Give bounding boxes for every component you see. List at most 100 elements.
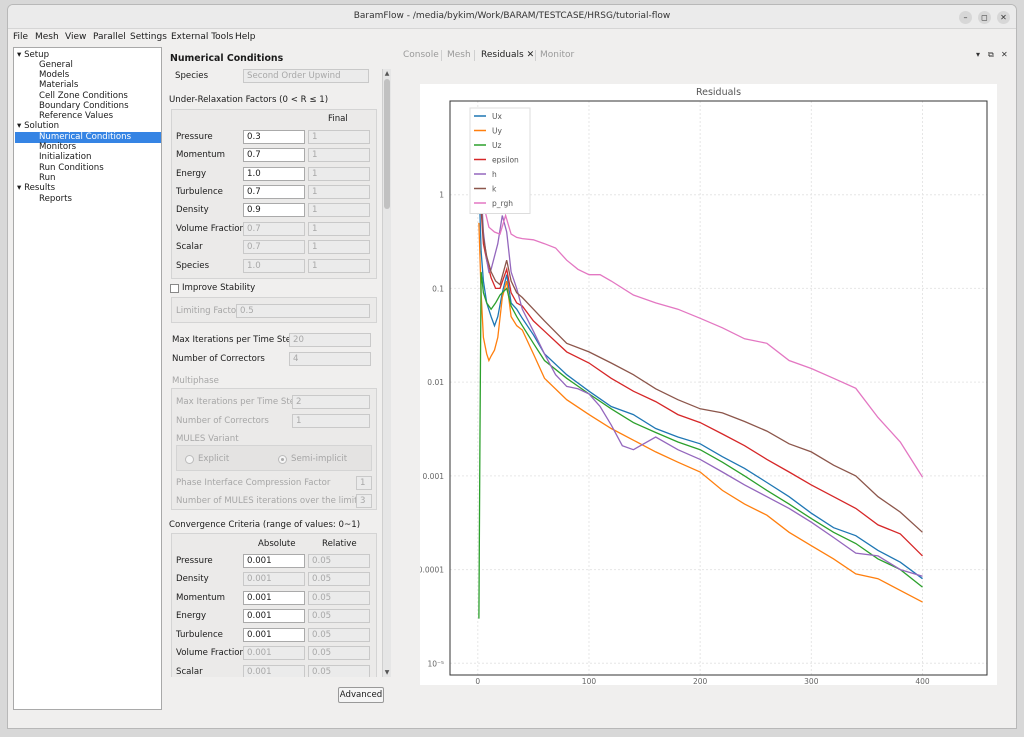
- mules-iterations-label: Number of MULES iterations over the limi…: [176, 496, 367, 506]
- close-window-button[interactable]: ✕: [997, 11, 1010, 24]
- max-iterations-input[interactable]: 20: [289, 333, 371, 347]
- conv-volume-fraction-relative[interactable]: 0.05: [308, 646, 370, 660]
- chevron-down-icon[interactable]: ▾: [17, 183, 21, 193]
- chevron-down-icon[interactable]: ▾: [17, 121, 21, 131]
- panel-scrollbar[interactable]: ▲ ▼: [382, 69, 391, 677]
- conv-scalar-absolute[interactable]: 0.001: [243, 665, 305, 677]
- relax-label: Scalar: [176, 242, 203, 252]
- conv-turbulence-relative[interactable]: 0.05: [308, 628, 370, 642]
- tab-residuals[interactable]: Residuals ✕: [481, 50, 534, 60]
- mp-correctors-input[interactable]: 1: [292, 414, 370, 428]
- float-icon[interactable]: ⧉: [988, 50, 994, 60]
- series-line-Uz: [478, 271, 923, 619]
- menu-file[interactable]: File: [13, 32, 28, 42]
- conv-momentum-relative[interactable]: 0.05: [308, 591, 370, 605]
- conv-density-absolute[interactable]: 0.001: [243, 572, 305, 586]
- maximize-button[interactable]: ◻: [978, 11, 991, 24]
- relax-energy-input[interactable]: 1.0: [243, 167, 305, 181]
- absolute-header: Absolute: [258, 539, 296, 549]
- residuals-plot[interactable]: Residuals 1 0.1 0.01 0.001 0.0001 10⁻⁵ 0 100 200 3…: [418, 84, 997, 686]
- relax-volume-fraction-final[interactable]: 1: [308, 222, 370, 236]
- conv-label: Density: [176, 574, 209, 584]
- menu-parallel[interactable]: Parallel: [93, 32, 126, 42]
- improve-stability-checkbox[interactable]: [170, 284, 179, 293]
- tree-item-numerical-conditions[interactable]: Numerical Conditions: [15, 132, 161, 143]
- relax-momentum-final[interactable]: 1: [308, 148, 370, 162]
- tree-item-results[interactable]: ▾ Results: [17, 183, 55, 194]
- conv-pressure-relative[interactable]: 0.05: [308, 554, 370, 568]
- y-tick-label: 0.01: [427, 378, 444, 387]
- final-header: Final: [328, 114, 348, 124]
- mules-iterations-input[interactable]: 3: [356, 494, 372, 508]
- relax-scalar-final[interactable]: 1: [308, 240, 370, 254]
- plot-frame: [449, 100, 988, 676]
- menu-external-tools[interactable]: External Tools: [171, 32, 233, 42]
- relax-density-final[interactable]: 1: [308, 203, 370, 217]
- legend-label: h: [492, 170, 497, 179]
- chevron-down-icon[interactable]: ▾: [17, 50, 21, 60]
- improve-stability-label: Improve Stability: [182, 283, 256, 293]
- tab-mesh[interactable]: Mesh: [447, 50, 471, 60]
- advanced-button[interactable]: Advanced: [338, 687, 384, 703]
- dock-menu-icon[interactable]: ▾: [976, 50, 980, 59]
- mp-max-iterations-input[interactable]: 2: [292, 395, 370, 409]
- conv-label: Energy: [176, 611, 207, 621]
- explicit-radio[interactable]: [185, 455, 194, 464]
- correctors-input[interactable]: 4: [289, 352, 371, 366]
- max-iterations-label: Max Iterations per Time Step: [172, 335, 297, 345]
- menu-mesh[interactable]: Mesh: [35, 32, 59, 42]
- conv-energy-absolute[interactable]: 0.001: [243, 609, 305, 623]
- menu-view[interactable]: View: [65, 32, 86, 42]
- conv-label: Momentum: [176, 593, 225, 603]
- menu-help[interactable]: Help: [235, 32, 256, 42]
- residuals-chart[interactable]: Residuals 1 0.1 0.01 0.001 0.0001 10⁻⁵ 0 100 200 3…: [418, 84, 997, 686]
- scroll-down-icon[interactable]: ▼: [383, 669, 391, 676]
- conv-label: Pressure: [176, 556, 213, 566]
- menu-bar: File Mesh View Parallel Settings Externa…: [8, 29, 1016, 47]
- relax-pressure-input[interactable]: 0.3: [243, 130, 305, 144]
- series-line-h: [478, 149, 923, 577]
- minimize-button[interactable]: –: [959, 11, 972, 24]
- tree-item-materials[interactable]: Materials: [39, 80, 78, 91]
- limiting-factor-input[interactable]: 0.5: [236, 304, 370, 318]
- conv-turbulence-absolute[interactable]: 0.001: [243, 628, 305, 642]
- x-tick-label: 300: [804, 677, 819, 685]
- y-tick-label: 10⁻⁵: [427, 659, 444, 668]
- conv-volume-fraction-absolute[interactable]: 0.001: [243, 646, 305, 660]
- relax-species-input[interactable]: 1.0: [243, 259, 305, 273]
- mp-max-iterations-label: Max Iterations per Time Step: [176, 397, 301, 407]
- phase-compression-input[interactable]: 1: [356, 476, 372, 490]
- relax-turbulence-input[interactable]: 0.7: [243, 185, 305, 199]
- conv-density-relative[interactable]: 0.05: [308, 572, 370, 586]
- limiting-factor-label: Limiting Factor: [176, 306, 240, 316]
- relax-density-input[interactable]: 0.9: [243, 203, 305, 217]
- relax-momentum-input[interactable]: 0.7: [243, 148, 305, 162]
- conv-pressure-absolute[interactable]: 0.001: [243, 554, 305, 568]
- settings-scroll-area[interactable]: Species Second Order Upwind Under-Relaxa…: [168, 69, 381, 677]
- relax-energy-final[interactable]: 1: [308, 167, 370, 181]
- tab-separator: [441, 50, 442, 61]
- close-icon[interactable]: ✕: [1001, 50, 1008, 59]
- relax-scalar-input[interactable]: 0.7: [243, 240, 305, 254]
- species-scheme-select[interactable]: Second Order Upwind: [243, 69, 369, 83]
- relax-volume-fraction-input[interactable]: 0.7: [243, 222, 305, 236]
- conv-scalar-relative[interactable]: 0.05: [308, 665, 370, 677]
- semi-implicit-radio[interactable]: [278, 455, 287, 464]
- x-tick-label: 400: [915, 677, 930, 685]
- scroll-up-icon[interactable]: ▲: [383, 70, 391, 77]
- scrollbar-thumb[interactable]: [384, 79, 390, 209]
- relax-turbulence-final[interactable]: 1: [308, 185, 370, 199]
- tree-item-reports[interactable]: Reports: [39, 194, 72, 205]
- close-icon[interactable]: ✕: [527, 50, 535, 60]
- conv-energy-relative[interactable]: 0.05: [308, 609, 370, 623]
- relax-species-final[interactable]: 1: [308, 259, 370, 273]
- tree-item-initialization[interactable]: Initialization: [39, 152, 91, 163]
- relax-pressure-final[interactable]: 1: [308, 130, 370, 144]
- tree-item-solution[interactable]: ▾ Solution: [17, 121, 59, 132]
- tab-console[interactable]: Console: [403, 50, 439, 60]
- conv-momentum-absolute[interactable]: 0.001: [243, 591, 305, 605]
- menu-settings[interactable]: Settings: [130, 32, 167, 42]
- y-tick-label: 1: [439, 191, 444, 200]
- tab-monitor[interactable]: Monitor: [540, 50, 574, 60]
- conv-label: Scalar: [176, 667, 203, 677]
